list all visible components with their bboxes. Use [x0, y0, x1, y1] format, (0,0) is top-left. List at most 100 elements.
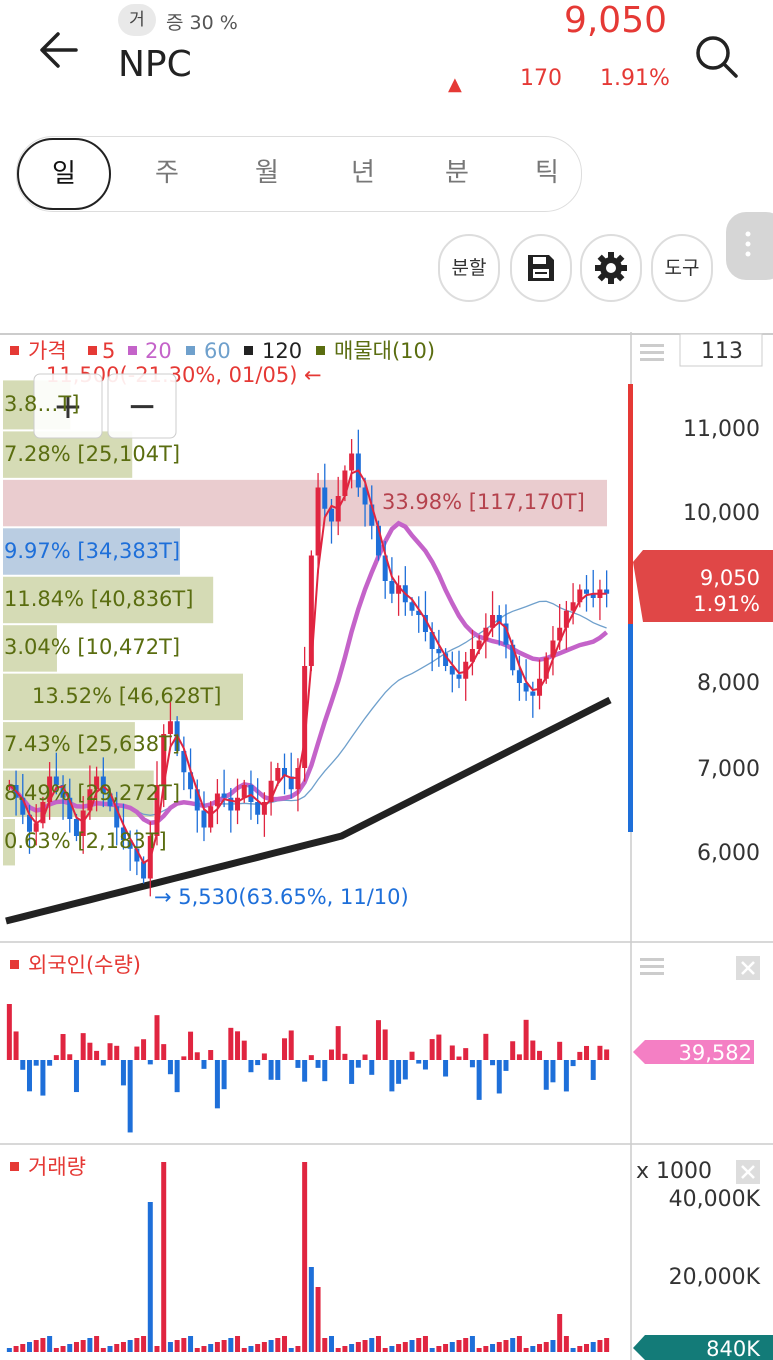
volume-bar	[590, 1342, 596, 1352]
stock-chart[interactable]: .lbl{font-family:"DejaVu Sans",sans-seri…	[0, 332, 773, 1360]
tick-40000k: 40,000K	[669, 1187, 761, 1212]
volume-bar	[570, 1348, 576, 1352]
zoom-in-button[interactable]: +	[33, 373, 103, 439]
foreign-bar	[67, 1054, 73, 1060]
current-price-tag-value: 9,050	[700, 566, 760, 590]
tab-year[interactable]: 년	[313, 137, 413, 211]
price-axis: 113 11,000 10,000 8,000 7,000 6,000 9,05…	[628, 333, 773, 866]
volume-profile	[3, 380, 607, 866]
profile-bar	[3, 673, 243, 721]
tools-button[interactable]: 도구	[651, 234, 713, 302]
more-menu-button[interactable]	[726, 212, 773, 280]
volume-bar	[174, 1340, 180, 1352]
search-icon[interactable]	[692, 32, 742, 82]
volume-bar	[449, 1342, 455, 1352]
volume-bar	[315, 1287, 321, 1352]
volume-bar	[496, 1342, 502, 1352]
volume-bar	[53, 1348, 59, 1352]
volume-bar	[248, 1346, 254, 1352]
volume-bar	[228, 1338, 234, 1352]
profile-bar	[3, 625, 57, 672]
tab-week[interactable]: 주	[127, 137, 207, 211]
candle-body	[208, 806, 214, 828]
volume-bar	[295, 1346, 301, 1352]
profile-bar	[3, 576, 214, 624]
volume-bar	[120, 1342, 126, 1352]
candle-body	[33, 823, 39, 832]
foreign-bar	[288, 1030, 294, 1060]
split-button[interactable]: 분할	[438, 234, 500, 302]
candle-body	[53, 776, 59, 785]
volume-bar	[483, 1346, 489, 1352]
foreign-bar	[60, 1034, 66, 1060]
foreign-bar	[6, 1004, 12, 1060]
tab-month[interactable]: 월	[217, 137, 317, 211]
volume-bar	[543, 1342, 549, 1352]
foreign-bar	[584, 1045, 590, 1060]
volume-bar	[443, 1344, 449, 1352]
volume-bar	[597, 1340, 603, 1352]
volume-bar	[20, 1344, 26, 1352]
volume-bar	[13, 1346, 19, 1352]
volume-bar	[335, 1348, 341, 1352]
foreign-bar	[127, 1060, 133, 1133]
settings-button[interactable]	[580, 234, 642, 302]
foreign-bar	[563, 1060, 569, 1092]
volume-bar	[349, 1344, 355, 1352]
foreign-bar	[409, 1051, 415, 1060]
volume-bar	[6, 1348, 12, 1352]
save-button[interactable]	[510, 234, 572, 302]
tab-minute[interactable]: 분	[407, 137, 507, 211]
volume-bar	[167, 1342, 173, 1352]
back-arrow-icon[interactable]	[36, 26, 84, 74]
tick-7000: 7,000	[697, 757, 760, 782]
tab-tick[interactable]: 틱	[497, 137, 597, 211]
volume-unit: x 1000	[636, 1159, 712, 1184]
foreign-bar	[570, 1060, 576, 1067]
foreign-bar	[537, 1050, 543, 1060]
foreign-bar	[550, 1060, 556, 1083]
tick-20000k: 20,000K	[669, 1265, 761, 1290]
foreign-bar	[87, 1042, 93, 1060]
foreign-bar	[26, 1060, 32, 1092]
candle-body	[456, 674, 462, 679]
close-icon[interactable]	[736, 956, 760, 980]
change-rate: 1.91%	[600, 66, 670, 91]
low-price-note: → 5,530(63.65%, 11/10)	[154, 885, 409, 909]
candle-body	[275, 768, 281, 781]
volume-bar	[67, 1344, 73, 1352]
candle-body	[315, 487, 321, 556]
legend-ma20: 20	[145, 339, 172, 363]
stock-name: NPC	[118, 44, 192, 85]
foreign-bar	[503, 1060, 509, 1071]
volume-bar	[409, 1340, 415, 1352]
volume-bar	[40, 1338, 46, 1352]
foreign-bar	[476, 1060, 482, 1100]
foreign-bar	[73, 1060, 79, 1093]
menu-lines-icon	[640, 344, 664, 361]
close-icon[interactable]	[736, 1160, 760, 1184]
foreign-bar	[382, 1029, 388, 1060]
foreign-bar	[194, 1052, 200, 1060]
legend-ma120: 120	[262, 339, 302, 363]
candle-body	[201, 810, 207, 828]
foreign-bar	[604, 1049, 610, 1060]
profile-bar	[3, 528, 180, 575]
volume-bar	[26, 1342, 32, 1352]
foreign-bar	[80, 1033, 86, 1060]
volume-bar	[308, 1267, 314, 1352]
volume-bar	[201, 1346, 207, 1352]
volume-bar	[134, 1338, 140, 1352]
volume-bar	[47, 1336, 53, 1352]
tab-day[interactable]: 일	[17, 138, 111, 210]
foreign-bar	[456, 1056, 462, 1060]
zoom-out-button[interactable]: −	[107, 373, 177, 439]
candle-body	[73, 819, 79, 836]
candle-body	[530, 691, 536, 696]
volume-bar	[73, 1342, 79, 1352]
up-range-bar	[628, 384, 633, 632]
foreign-bar	[141, 1039, 147, 1060]
up-triangle-icon: ▲	[448, 74, 462, 95]
candle-body	[100, 776, 106, 794]
foreign-bar	[510, 1041, 516, 1060]
